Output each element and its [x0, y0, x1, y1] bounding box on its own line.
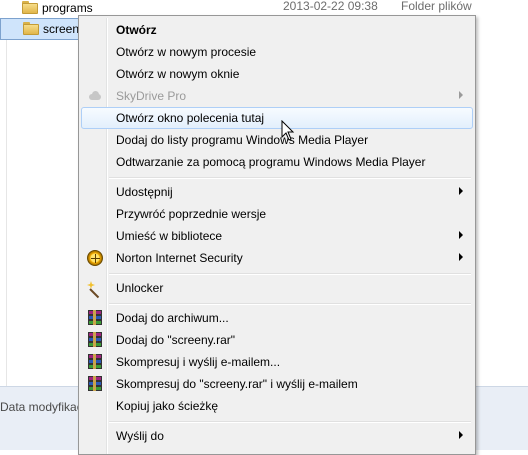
menu-item-compress-and-email[interactable]: Skompresuj i wyślij e-mailem... — [81, 351, 473, 373]
menu-item-open-command-window[interactable]: Otwórz okno polecenia tutaj — [81, 107, 473, 129]
details-date-label: Data modyfikac — [0, 400, 83, 414]
menu-item-send-to[interactable]: Wyślij do — [81, 425, 473, 447]
menu-item-label: Dodaj do archiwum... — [116, 311, 229, 325]
mouse-cursor-icon — [281, 120, 295, 141]
menu-item-skydrive-pro[interactable]: SkyDrive Pro — [81, 85, 473, 107]
menu-item-copy-as-path[interactable]: Kopiuj jako ścieżkę — [81, 395, 473, 417]
winrar-icon — [87, 376, 103, 392]
menu-item-share[interactable]: Udostępnij — [81, 181, 473, 203]
menu-item-label: Dodaj do listy programu Windows Media Pl… — [116, 133, 369, 147]
menu-separator — [109, 273, 471, 275]
menu-item-label: Norton Internet Security — [116, 251, 243, 265]
menu-item-label: Dodaj do "screeny.rar" — [116, 333, 236, 347]
file-type: Folder plików — [401, 0, 472, 13]
menu-item-label: Umieść w bibliotece — [116, 229, 223, 243]
menu-item-label: Wyślij do — [116, 429, 164, 443]
menu-item-open-new-window[interactable]: Otwórz w nowym oknie — [81, 63, 473, 85]
menu-item-open-new-process[interactable]: Otwórz w nowym procesie — [81, 41, 473, 63]
winrar-icon — [87, 332, 103, 348]
norton-icon — [87, 250, 103, 266]
menu-item-play-with-wmp[interactable]: Odtwarzanie za pomocą programu Windows M… — [81, 151, 473, 173]
menu-separator — [109, 421, 471, 423]
navigation-pane-divider — [6, 22, 7, 386]
wand-icon — [87, 280, 103, 299]
menu-item-open[interactable]: Otwórz — [81, 19, 473, 41]
menu-item-include-in-library[interactable]: Umieść w bibliotece — [81, 225, 473, 247]
menu-item-label: Udostępnij — [116, 185, 173, 199]
submenu-arrow-icon — [459, 91, 463, 99]
folder-icon — [22, 1, 38, 14]
menu-item-label: Odtwarzanie za pomocą programu Windows M… — [116, 155, 426, 169]
menu-item-label: Otwórz — [116, 23, 157, 37]
context-menu: Otwórz Otwórz w nowym procesie Otwórz w … — [78, 15, 476, 455]
submenu-arrow-icon — [459, 231, 463, 239]
menu-item-restore-previous-versions[interactable]: Przywróć poprzednie wersje — [81, 203, 473, 225]
winrar-icon — [87, 354, 103, 370]
menu-item-add-to-archive[interactable]: Dodaj do archiwum... — [81, 307, 473, 329]
winrar-icon — [87, 310, 103, 326]
menu-item-label: Przywróć poprzednie wersje — [116, 207, 267, 221]
menu-item-compress-to-screeny-rar-and-email[interactable]: Skompresuj do "screeny.rar" i wyślij e-m… — [81, 373, 473, 395]
cloud-icon — [87, 88, 103, 104]
submenu-arrow-icon — [459, 431, 463, 439]
menu-item-label: Otwórz w nowym oknie — [116, 67, 240, 81]
menu-item-label: Otwórz w nowym procesie — [116, 45, 257, 59]
menu-item-label: SkyDrive Pro — [116, 89, 187, 103]
menu-item-label: Skompresuj i wyślij e-mailem... — [116, 355, 281, 369]
file-date: 2013-02-22 09:38 — [283, 0, 378, 13]
menu-item-label: Kopiuj jako ścieżkę — [116, 399, 219, 413]
submenu-arrow-icon — [459, 253, 463, 261]
menu-separator — [109, 177, 471, 179]
folder-icon — [23, 22, 39, 35]
menu-item-add-to-screeny-rar[interactable]: Dodaj do "screeny.rar" — [81, 329, 473, 351]
file-name: programs — [42, 1, 93, 15]
menu-item-label: Skompresuj do "screeny.rar" i wyślij e-m… — [116, 377, 358, 391]
submenu-arrow-icon — [459, 187, 463, 195]
menu-separator — [109, 303, 471, 305]
menu-item-norton[interactable]: Norton Internet Security — [81, 247, 473, 269]
menu-item-add-to-wmp-list[interactable]: Dodaj do listy programu Windows Media Pl… — [81, 129, 473, 151]
menu-item-label: Unlocker — [116, 281, 164, 295]
menu-item-label: Otwórz okno polecenia tutaj — [116, 111, 265, 125]
menu-item-unlocker[interactable]: Unlocker — [81, 277, 473, 299]
